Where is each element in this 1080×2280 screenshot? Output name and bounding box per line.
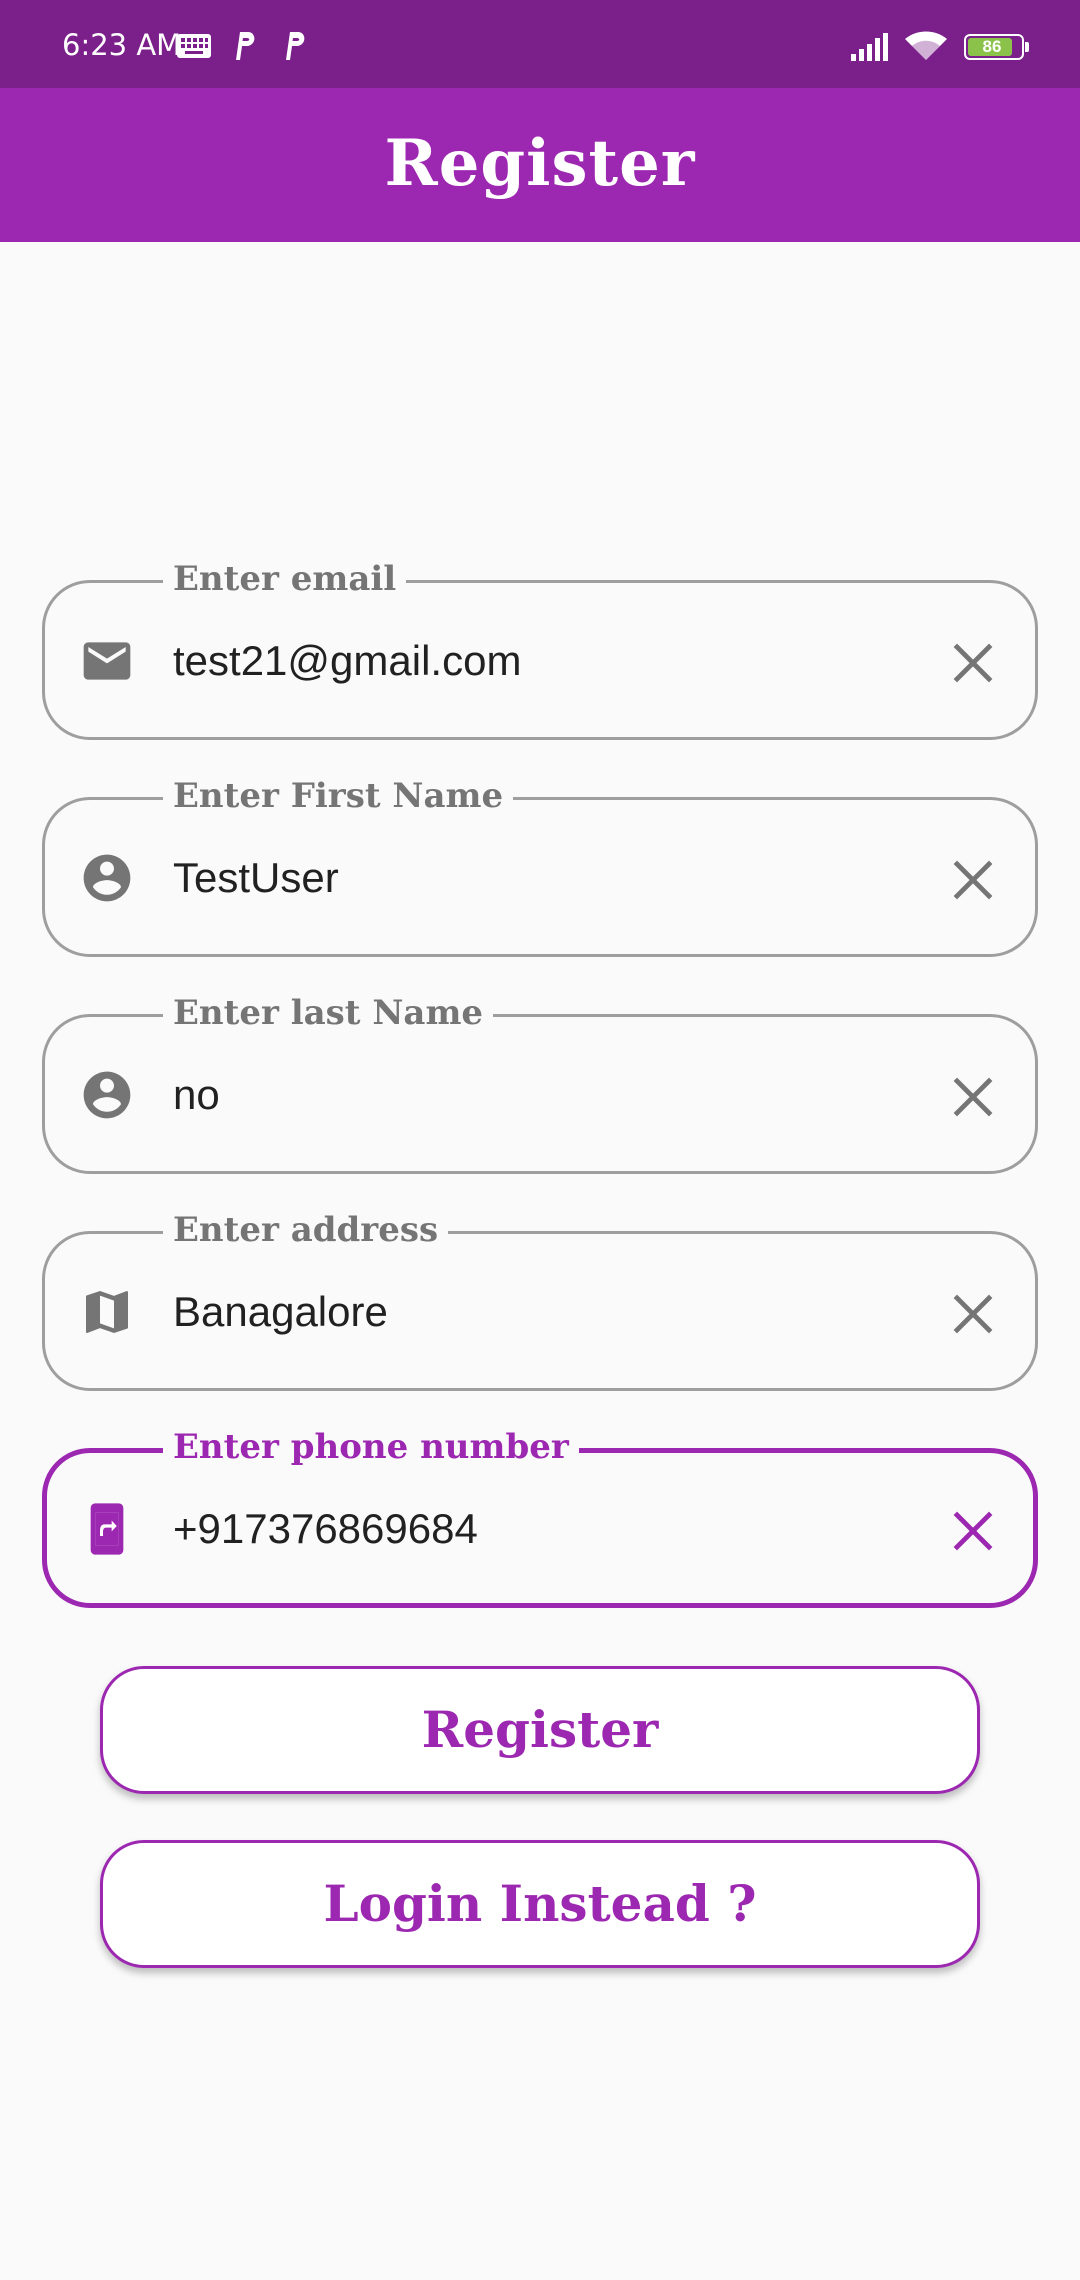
email-icon	[83, 642, 131, 680]
keyboard-icon	[177, 34, 211, 58]
address-field-label: Enter address	[163, 1206, 449, 1254]
address-input[interactable]: Banagalore	[173, 1284, 388, 1340]
clear-email-button[interactable]	[949, 639, 997, 687]
last-name-field[interactable]: Enter last Name no	[42, 989, 1038, 1174]
status-bar: 6:23 AM 86	[0, 0, 1080, 88]
phone-forward-icon	[90, 1503, 124, 1555]
signal-icon	[851, 33, 888, 61]
person-icon	[83, 1071, 131, 1119]
register-button[interactable]: Register	[100, 1666, 980, 1794]
battery-level: 86	[982, 37, 1002, 56]
phone-field[interactable]: Enter phone number +917376869684	[42, 1423, 1038, 1608]
login-instead-button[interactable]: Login Instead ?	[100, 1840, 980, 1968]
battery-icon: 86	[964, 34, 1030, 60]
status-time: 6:23 AM	[62, 28, 182, 62]
email-field-label: Enter email	[163, 555, 407, 603]
clear-phone-button[interactable]	[949, 1507, 997, 1555]
email-input[interactable]: test21@gmail.com	[173, 633, 521, 689]
wifi-icon	[905, 31, 947, 60]
last-name-input[interactable]: no	[173, 1067, 220, 1123]
phone-field-label: Enter phone number	[163, 1423, 579, 1471]
first-name-field[interactable]: Enter First Name TestUser	[42, 772, 1038, 957]
phone-input[interactable]: +917376869684	[173, 1501, 478, 1557]
page-title: Register	[384, 126, 696, 201]
last-name-field-label: Enter last Name	[163, 989, 494, 1037]
map-icon	[86, 1291, 128, 1333]
email-field[interactable]: Enter email test21@gmail.com	[42, 555, 1038, 740]
clear-first-name-button[interactable]	[949, 856, 997, 904]
first-name-field-label: Enter First Name	[163, 772, 514, 820]
person-icon	[83, 854, 131, 902]
clear-last-name-button[interactable]	[949, 1073, 997, 1121]
p-notification-icon	[236, 32, 255, 60]
first-name-input[interactable]: TestUser	[173, 850, 339, 906]
p-notification-icon	[286, 32, 305, 60]
address-field[interactable]: Enter address Banagalore	[42, 1206, 1038, 1391]
clear-address-button[interactable]	[949, 1290, 997, 1338]
app-bar: Register	[0, 88, 1080, 242]
